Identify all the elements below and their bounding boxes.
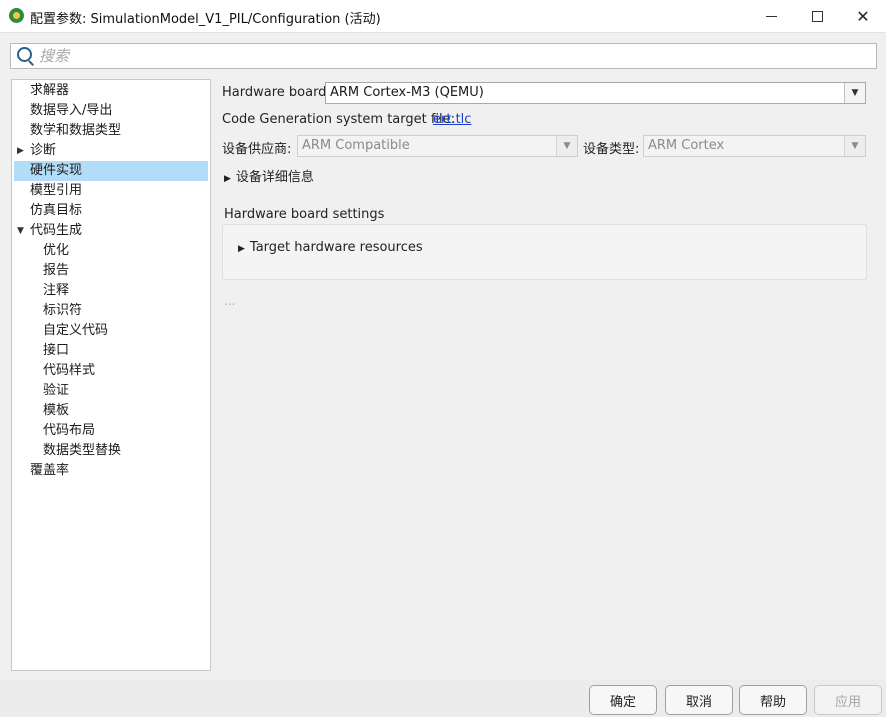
minimize-icon [765,15,777,17]
device-vendor-dropdown[interactable]: ARM Compatible ▼ [297,135,578,157]
tree-item-label: 自定义代码 [43,323,109,338]
collapse-arrow-icon[interactable]: ▼ [17,221,24,241]
tree-item-math-data-types[interactable]: 数学和数据类型 [12,121,208,141]
tree-item-identifiers[interactable]: 标识符 [12,301,208,321]
close-button[interactable]: ✕ [840,0,886,32]
device-type-dropdown[interactable]: ARM Cortex ▼ [643,135,866,157]
apply-button[interactable]: 应用 [814,685,882,715]
tree-item-code-placement[interactable]: 代码布局 [12,421,208,441]
expand-arrow-icon[interactable]: ▶ [17,141,24,161]
tree-item-data-io[interactable]: 数据导入/导出 [12,101,208,121]
title-bar: 配置参数: SimulationModel_V1_PIL/Configurati… [0,0,886,33]
device-type-label: 设备类型: [583,142,640,157]
search-bar [10,43,877,69]
tree-item-label: 标识符 [43,303,83,318]
tree-item-label: 硬件实现 [30,163,83,178]
category-tree: 求解器 数据导入/导出 数学和数据类型 ▶ 诊断 硬件实现 模型引用 仿真目标 … [11,79,211,671]
tree-item-label: 覆盖率 [30,463,70,478]
tree-item-label: 求解器 [30,83,70,98]
settings-heading: Hardware board settings [224,207,385,222]
minimize-button[interactable] [748,0,794,32]
tree-item-label: 模型引用 [30,183,83,198]
search-input[interactable] [37,46,871,66]
tree-item-interface[interactable]: 接口 [12,341,208,361]
tree-item-label: 代码布局 [43,423,96,438]
matlab-app-icon [9,8,24,23]
tree-item-label: 报告 [43,263,70,278]
target-resources-label: Target hardware resources [249,240,423,255]
tree-item-custom-code[interactable]: 自定义代码 [12,321,208,341]
tree-item-label: 数学和数据类型 [30,123,122,138]
tree-item-label: 优化 [43,243,70,258]
target-resources-toggle[interactable]: ▶ Target hardware resources [238,240,423,255]
tree-item-optimization[interactable]: 优化 [12,241,208,261]
maximize-button[interactable] [794,0,840,32]
window-title: 配置参数: SimulationModel_V1_PIL/Configurati… [30,12,381,27]
maximize-icon [811,10,823,22]
tree-item-templates[interactable]: 模板 [12,401,208,421]
tree-item-data-type-replacement[interactable]: 数据类型替换 [12,441,208,461]
tree-item-label: 验证 [43,383,70,398]
chevron-down-icon: ▼ [844,83,865,103]
codegen-target-label: Code Generation system target file: [222,112,456,127]
tree-item-coverage[interactable]: 覆盖率 [12,461,208,481]
tree-item-label: 接口 [43,343,70,358]
device-type-value: ARM Cortex [648,138,725,153]
more-ellipsis: ... [224,294,236,308]
tree-item-solver[interactable]: 求解器 [12,81,208,101]
help-button[interactable]: 帮助 [739,685,807,715]
search-icon [17,47,32,62]
device-details-toggle[interactable]: ▶ 设备详细信息 [224,166,314,185]
close-icon: ✕ [856,6,870,26]
tree-item-model-referencing[interactable]: 模型引用 [12,181,208,201]
hardware-board-dropdown[interactable]: ARM Cortex-M3 (QEMU) ▼ [325,82,866,104]
tree-item-diagnostics[interactable]: ▶ 诊断 [12,141,208,161]
expand-arrow-icon: ▶ [224,174,231,184]
tree-item-code-style[interactable]: 代码样式 [12,361,208,381]
tree-item-label: 仿真目标 [30,203,83,218]
tree-item-simulation-target[interactable]: 仿真目标 [12,201,208,221]
chevron-down-icon: ▼ [844,136,865,156]
tree-item-label: 数据类型替换 [43,443,122,458]
tree-item-hardware-implementation[interactable]: 硬件实现 [14,161,208,181]
tree-item-label: 代码样式 [43,363,96,378]
ok-button[interactable]: 确定 [589,685,657,715]
tree-item-report[interactable]: 报告 [12,261,208,281]
device-vendor-value: ARM Compatible [302,138,410,153]
tree-item-code-generation[interactable]: ▼ 代码生成 [12,221,208,241]
tree-item-label: 注释 [43,283,70,298]
tree-item-label: 模板 [43,403,70,418]
expand-arrow-icon: ▶ [238,244,245,254]
chevron-down-icon: ▼ [556,136,577,156]
hardware-settings-panel: ▶ Target hardware resources [222,224,867,280]
device-details-label: 设备详细信息 [235,170,314,185]
tree-item-comments[interactable]: 注释 [12,281,208,301]
tree-item-label: 诊断 [30,143,57,158]
tree-item-label: 数据导入/导出 [30,103,113,118]
cancel-button[interactable]: 取消 [665,685,733,715]
tree-item-label: 代码生成 [30,223,83,238]
hardware-board-label: Hardware board: [222,85,331,100]
tree-item-verification[interactable]: 验证 [12,381,208,401]
hardware-board-value: ARM Cortex-M3 (QEMU) [330,85,484,100]
device-vendor-label: 设备供应商: [222,142,292,157]
target-file-link[interactable]: ert.tlc [433,112,471,127]
